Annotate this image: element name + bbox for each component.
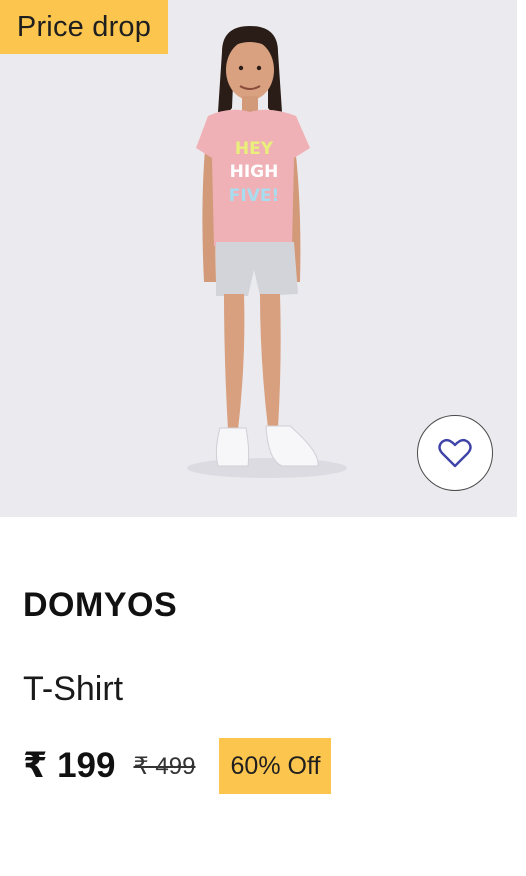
price-drop-badge: Price drop xyxy=(0,0,168,54)
product-image: HEY HIGH FIVE! xyxy=(187,26,347,478)
shirt-print-line-2: HIGH xyxy=(230,162,279,182)
wishlist-button[interactable] xyxy=(417,415,493,491)
shirt-print-line-3: FIVE! xyxy=(229,186,279,206)
price-row: ₹ 199 ₹ 499 60% Off xyxy=(23,738,332,794)
product-card[interactable]: HEY HIGH FIVE! Price drop DOMYOS T-Shirt… xyxy=(0,0,526,876)
discount-badge: 60% Off xyxy=(219,738,332,794)
product-image-area[interactable]: HEY HIGH FIVE! Price drop xyxy=(0,0,517,517)
original-price: ₹ 499 xyxy=(133,752,196,780)
shirt-print-line-1: HEY xyxy=(235,139,274,159)
current-price: ₹ 199 xyxy=(23,746,116,785)
heart-outline-icon xyxy=(438,438,472,468)
product-title: T-Shirt xyxy=(23,670,124,708)
brand-name: DOMYOS xyxy=(23,586,178,624)
